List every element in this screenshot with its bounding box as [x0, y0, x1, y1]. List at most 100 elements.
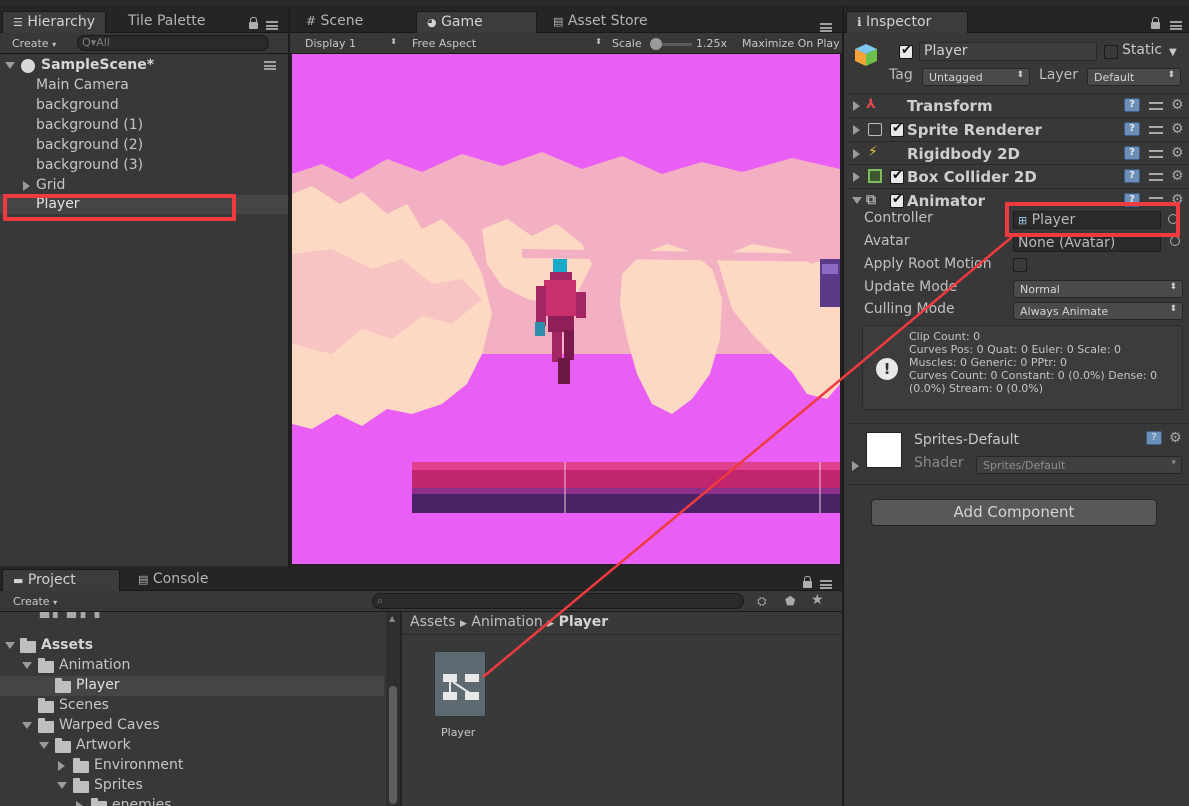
hierarchy-item[interactable]: Main Camera [0, 76, 288, 96]
foldout-icon[interactable] [852, 197, 862, 204]
expand-icon[interactable] [22, 662, 32, 669]
filter-by-label-icon[interactable]: ⬟ [785, 594, 795, 608]
panel-menu-icon[interactable] [266, 21, 278, 30]
static-checkbox[interactable] [1104, 45, 1118, 59]
object-name-field[interactable]: Player [919, 42, 1097, 61]
component-enabled-checkbox[interactable] [890, 192, 904, 208]
help-icon[interactable]: ? [1124, 122, 1140, 136]
tree-scrollbar-thumb[interactable] [389, 686, 397, 804]
tree-item-assets[interactable]: Assets [0, 636, 400, 656]
breadcrumb-item[interactable]: Assets [410, 614, 456, 630]
scroll-up-icon[interactable]: ▲ [389, 614, 395, 623]
lock-icon[interactable] [249, 17, 258, 29]
scene-row[interactable]: SampleScene* [0, 56, 288, 76]
tree-item-warped-caves[interactable]: Warped Caves [0, 716, 400, 736]
expand-icon[interactable] [5, 62, 15, 69]
expand-icon[interactable] [39, 742, 49, 749]
expand-icon[interactable] [5, 642, 15, 649]
expand-icon[interactable] [76, 801, 83, 806]
gear-icon[interactable]: ⚙ [1171, 146, 1185, 160]
layer-dropdown[interactable]: Default ⬍ [1087, 68, 1181, 86]
gear-icon[interactable]: ⚙ [1171, 169, 1185, 183]
expand-icon[interactable] [23, 181, 30, 191]
project-search-input[interactable]: ⌕ [372, 593, 744, 609]
preset-icon[interactable] [1149, 147, 1163, 161]
preset-icon[interactable] [1149, 99, 1163, 113]
component-box-collider-2d[interactable]: Box Collider 2D ? ⚙ [846, 164, 1189, 188]
material-foldout-icon[interactable] [852, 461, 859, 471]
game-view[interactable] [292, 54, 840, 564]
panel-menu-icon[interactable] [820, 23, 832, 32]
expand-icon[interactable] [57, 782, 67, 789]
tree-item-environment[interactable]: Environment [0, 756, 400, 776]
object-picker-icon[interactable] [1170, 236, 1180, 246]
tab-game[interactable]: ◕ Game [416, 11, 537, 33]
panel-menu-icon[interactable] [820, 580, 832, 589]
scene-menu-icon[interactable] [264, 61, 276, 70]
tab-asset-store[interactable]: ▤ Asset Store [543, 11, 658, 33]
help-icon[interactable]: ? [1124, 146, 1140, 160]
panel-menu-icon[interactable] [1170, 21, 1182, 30]
foldout-icon[interactable] [853, 172, 860, 182]
hierarchy-search-input[interactable]: Q▾All [77, 35, 269, 51]
scale-slider[interactable] [650, 38, 692, 50]
lock-icon[interactable] [803, 576, 812, 588]
tab-tile-palette[interactable]: Tile Palette [118, 11, 215, 33]
preset-icon[interactable] [1149, 123, 1163, 137]
gear-icon[interactable]: ⚙ [1171, 122, 1185, 136]
active-checkbox[interactable] [899, 43, 913, 59]
preset-icon[interactable] [1149, 170, 1163, 184]
hierarchy-item[interactable]: background (2) [0, 136, 288, 156]
maximize-on-play-toggle[interactable]: Maximize On Play [742, 37, 842, 50]
lock-icon[interactable] [1151, 17, 1160, 29]
foldout-icon[interactable] [853, 125, 860, 135]
component-transform[interactable]: ⅄ Transform ? ⚙ [846, 93, 1189, 117]
expand-icon[interactable] [58, 761, 65, 771]
tree-scrollbar[interactable]: ▲ [386, 612, 400, 806]
hierarchy-item-grid[interactable]: Grid [0, 176, 288, 196]
breadcrumb-item[interactable]: Animation [471, 614, 542, 630]
tab-scene[interactable]: # Scene [296, 11, 373, 33]
tag-dropdown[interactable]: Untagged ⬍ [922, 68, 1030, 86]
tree-item-scenes[interactable]: Scenes [0, 696, 400, 716]
shader-dropdown[interactable]: Sprites/Default ▾ [976, 456, 1182, 474]
hierarchy-item[interactable]: background [0, 96, 288, 116]
help-icon[interactable]: ? [1124, 169, 1140, 183]
aspect-dropdown[interactable]: Free Aspect ⬍ [412, 37, 602, 50]
component-enabled-checkbox[interactable] [890, 121, 904, 137]
gear-icon[interactable]: ⚙ [1171, 98, 1185, 112]
tab-console[interactable]: ▤ Console [128, 569, 218, 591]
tab-inspector[interactable]: ℹ Inspector [846, 11, 968, 33]
filter-by-type-icon[interactable]: ⛭ [757, 594, 767, 609]
expand-icon[interactable] [22, 722, 32, 729]
tab-hierarchy[interactable]: ☰ Hierarchy [2, 11, 106, 33]
tree-item-player-selected[interactable]: Player [0, 676, 384, 696]
component-sprite-renderer[interactable]: Sprite Renderer ? ⚙ [846, 117, 1189, 141]
tree-item-enemies[interactable]: enemies [0, 796, 400, 806]
project-create-button[interactable]: Create ▾ [13, 595, 57, 608]
breadcrumb-item[interactable]: Player [559, 614, 609, 630]
tree-item-sprites[interactable]: Sprites [0, 776, 400, 796]
apply-root-motion-checkbox[interactable] [1013, 258, 1027, 272]
gear-icon[interactable]: ⚙ [1169, 431, 1183, 445]
tree-item-animation[interactable]: Animation [0, 656, 400, 676]
component-enabled-checkbox[interactable] [890, 168, 904, 184]
display-dropdown[interactable]: Display 1 ⬍ [305, 37, 397, 50]
update-mode-dropdown[interactable]: Normal ⬍ [1013, 280, 1183, 298]
add-component-button[interactable]: Add Component [871, 499, 1157, 526]
culling-mode-dropdown[interactable]: Always Animate ⬍ [1013, 302, 1183, 320]
animator-controller-asset[interactable] [434, 651, 486, 717]
tree-item-artwork[interactable]: Artwork [0, 736, 400, 756]
foldout-icon[interactable] [853, 101, 860, 111]
tab-project[interactable]: ▬ Project [2, 569, 120, 591]
favorites-star-icon[interactable]: ★ [811, 592, 824, 608]
static-dropdown-icon[interactable]: ▼ [1169, 47, 1177, 58]
hierarchy-item[interactable]: background (1) [0, 116, 288, 136]
scale-slider-thumb[interactable] [650, 38, 662, 50]
hierarchy-create-button[interactable]: Create ▾ [12, 37, 56, 50]
component-rigidbody-2d[interactable]: ⚡ Rigidbody 2D ? ⚙ [846, 141, 1189, 165]
help-icon[interactable]: ? [1146, 431, 1162, 445]
hierarchy-item[interactable]: background (3) [0, 156, 288, 176]
foldout-icon[interactable] [853, 149, 860, 159]
help-icon[interactable]: ? [1124, 98, 1140, 112]
